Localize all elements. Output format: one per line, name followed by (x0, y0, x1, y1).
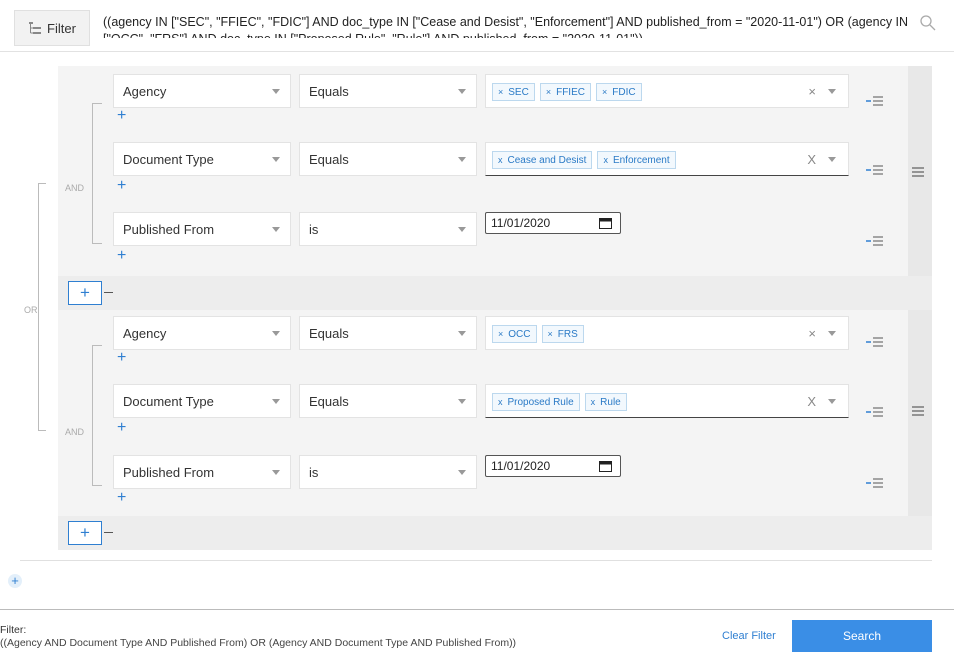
value-multiselect[interactable]: x Cease and Desist x Enforcement X (485, 142, 849, 176)
add-condition-box-button[interactable]: + (68, 281, 102, 305)
chevron-down-icon[interactable] (828, 331, 836, 336)
value-chip[interactable]: x Enforcement (597, 151, 676, 169)
add-condition-box-button[interactable]: + (68, 521, 102, 545)
chip-remove-icon[interactable]: × (498, 329, 503, 339)
value-multiselect[interactable]: x Proposed Rule x Rule X (485, 384, 849, 418)
clear-filter-link[interactable]: Clear Filter (722, 630, 776, 642)
add-condition-button[interactable]: + (117, 420, 126, 436)
calendar-icon[interactable] (599, 217, 612, 229)
operator-select[interactable]: Equals (299, 142, 477, 176)
add-condition-button[interactable]: + (117, 248, 126, 264)
divider (20, 560, 932, 561)
clear-values-icon[interactable]: X (807, 394, 816, 409)
minus-icon[interactable] (104, 532, 113, 533)
tree-icon (29, 22, 42, 34)
or-label: OR (24, 303, 38, 317)
group-add-block (58, 516, 932, 550)
or-bracket-top (38, 183, 46, 184)
clear-values-icon[interactable]: × (808, 84, 816, 99)
field-select[interactable]: Published From (113, 455, 291, 489)
clear-values-icon[interactable]: X (807, 152, 816, 167)
filter-summary-label: Filter: (0, 624, 27, 636)
value-chip[interactable]: × SEC (492, 83, 535, 101)
plus-icon: + (80, 523, 90, 542)
and-label-1: AND (65, 183, 85, 193)
group-menu-icon[interactable] (911, 405, 925, 417)
add-group-button[interactable]: + (8, 574, 22, 588)
chip-remove-icon[interactable]: x (498, 155, 503, 165)
add-condition-button[interactable]: + (117, 178, 126, 194)
drag-handle-icon[interactable] (866, 96, 883, 106)
search-icon[interactable] (919, 14, 937, 32)
chevron-down-icon[interactable] (828, 399, 836, 404)
value-multiselect[interactable]: × OCC × FRS × (485, 316, 849, 350)
calendar-icon[interactable] (599, 460, 612, 472)
date-input[interactable]: 11/01/2020 (485, 455, 621, 477)
field-select[interactable]: Document Type (113, 384, 291, 418)
chevron-down-icon[interactable] (828, 89, 836, 94)
value-chip[interactable]: × FDIC (595, 83, 642, 101)
chip-remove-icon[interactable]: × (546, 87, 551, 97)
value-chip[interactable]: x Rule (584, 393, 627, 411)
drag-handle-icon[interactable] (866, 407, 883, 417)
add-condition-button[interactable]: + (117, 108, 126, 124)
filter-summary-expression: ((Agency AND Document Type AND Published… (0, 637, 517, 649)
operator-select[interactable]: Equals (299, 384, 477, 418)
and-bracket-1 (92, 103, 93, 243)
drag-handle-icon[interactable] (866, 337, 883, 347)
value-chip[interactable]: × FRS (541, 325, 584, 343)
field-select[interactable]: Agency (113, 316, 291, 350)
chip-remove-icon[interactable]: x (498, 397, 503, 407)
value-chip[interactable]: × FFIEC (539, 83, 591, 101)
chip-remove-icon[interactable]: x (603, 155, 608, 165)
operator-select[interactable]: Equals (299, 316, 477, 350)
query-text[interactable]: ((agency IN ["SEC", "FFIEC", "FDIC"] AND… (103, 14, 909, 38)
field-select[interactable]: Published From (113, 212, 291, 246)
chip-remove-icon[interactable]: × (548, 329, 553, 339)
value-chip[interactable]: × OCC (492, 325, 537, 343)
chip-remove-icon[interactable]: × (602, 87, 607, 97)
value-chip[interactable]: x Cease and Desist (492, 151, 593, 169)
divider (0, 609, 954, 610)
plus-icon: + (80, 283, 90, 302)
field-select[interactable]: Document Type (113, 142, 291, 176)
plus-icon: + (11, 573, 19, 588)
group-add-block (58, 276, 932, 310)
add-condition-button[interactable]: + (117, 350, 126, 366)
and-bracket-2 (92, 345, 93, 485)
or-bracket-bottom (38, 430, 46, 431)
chip-remove-icon[interactable]: x (591, 397, 596, 407)
minus-icon[interactable] (104, 292, 113, 293)
field-select[interactable]: Agency (113, 74, 291, 108)
clear-values-icon[interactable]: × (808, 326, 816, 341)
drag-handle-icon[interactable] (866, 478, 883, 488)
drag-handle-icon[interactable] (866, 165, 883, 175)
query-bar: Filter ((agency IN ["SEC", "FFIEC", "FDI… (0, 0, 954, 52)
operator-select[interactable]: is (299, 455, 477, 489)
search-button[interactable]: Search (792, 620, 932, 652)
operator-select[interactable]: Equals (299, 74, 477, 108)
group-menu-icon[interactable] (911, 166, 925, 178)
or-bracket (38, 183, 39, 430)
filter-toggle-button[interactable]: Filter (14, 10, 90, 46)
and-label-2: AND (65, 427, 85, 437)
value-chip[interactable]: x Proposed Rule (492, 393, 580, 411)
add-condition-button[interactable]: + (117, 490, 126, 506)
drag-handle-icon[interactable] (866, 236, 883, 246)
filter-label: Filter (47, 20, 76, 36)
chevron-down-icon[interactable] (828, 157, 836, 162)
operator-select[interactable]: is (299, 212, 477, 246)
value-multiselect[interactable]: × SEC × FFIEC × FDIC × (485, 74, 849, 108)
date-input[interactable]: 11/01/2020 (485, 212, 621, 234)
chip-remove-icon[interactable]: × (498, 87, 503, 97)
